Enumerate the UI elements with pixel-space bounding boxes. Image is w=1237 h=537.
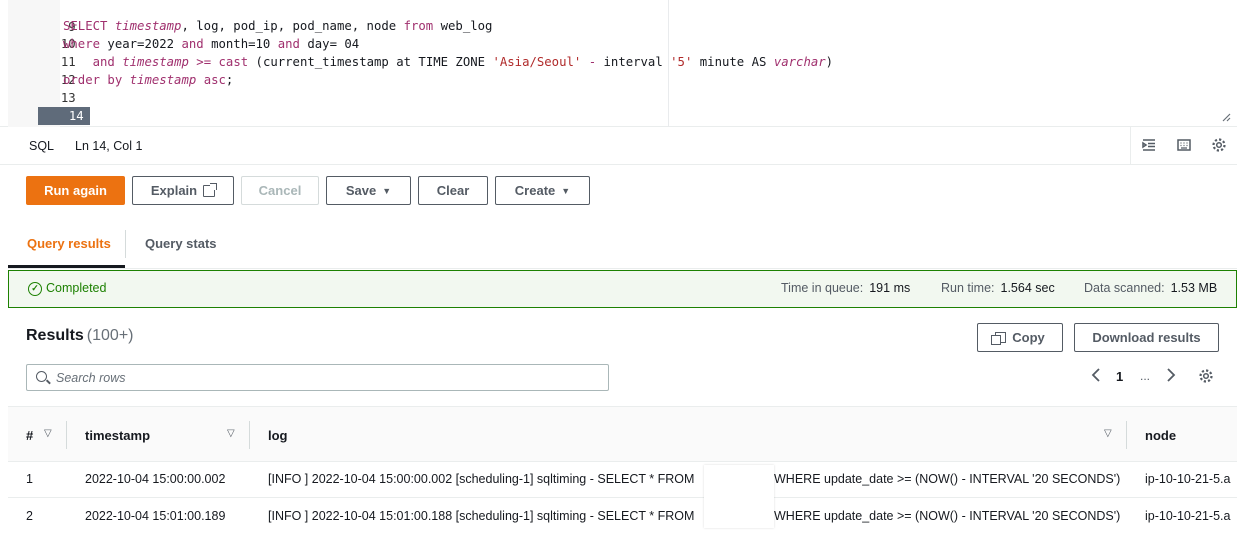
search-rows-input[interactable] bbox=[56, 369, 596, 387]
column-header-node[interactable]: node bbox=[1145, 428, 1176, 443]
code-line-12: 12 and timestamp >= cast (current_timest… bbox=[8, 53, 1237, 87]
keyboard-icon[interactable] bbox=[1175, 137, 1193, 155]
create-label: Create bbox=[514, 183, 556, 198]
divider bbox=[1130, 127, 1131, 165]
results-tabs: Query results Query stats bbox=[8, 220, 1237, 269]
explain-label: Explain bbox=[150, 183, 198, 198]
search-rows-box bbox=[26, 364, 609, 391]
explain-button[interactable]: Explain bbox=[132, 176, 234, 205]
pagination-ellipsis: ... bbox=[1140, 369, 1151, 383]
tab-query-stats[interactable]: Query stats bbox=[145, 236, 217, 251]
cell-timestamp: 2022-10-04 15:01:00.189 bbox=[85, 509, 226, 523]
cursor-position: Ln 14, Col 1 bbox=[75, 139, 143, 153]
tab-query-results[interactable]: Query results bbox=[27, 236, 111, 251]
results-count: (100+) bbox=[86, 327, 134, 344]
query-status-banner: ✓ Completed Time in queue: 191 ms Run tim… bbox=[8, 270, 1237, 308]
sort-icon[interactable]: ▽ bbox=[1104, 428, 1112, 439]
editor-status-bar: SQL Ln 14, Col 1 bbox=[0, 127, 1237, 165]
column-header-log[interactable]: log bbox=[268, 428, 288, 443]
resize-handle-icon[interactable] bbox=[1221, 112, 1231, 122]
data-scanned: Data scanned: 1.53 MB bbox=[1084, 281, 1218, 295]
sort-icon[interactable]: ▽ bbox=[44, 428, 52, 439]
cell-log-continued: WHERE update_date >= (NOW() - INTERVAL '… bbox=[774, 509, 1121, 523]
save-button[interactable]: Save ▼ bbox=[326, 176, 411, 205]
time-in-queue: Time in queue: 191 ms bbox=[781, 281, 911, 295]
check-circle-icon: ✓ bbox=[28, 282, 42, 296]
chevron-left-icon[interactable] bbox=[1090, 367, 1102, 388]
copy-icon bbox=[991, 332, 1007, 345]
column-divider[interactable] bbox=[249, 421, 250, 449]
cell-timestamp: 2022-10-04 15:00:00.002 bbox=[85, 472, 226, 486]
cancel-button[interactable]: Cancel bbox=[241, 176, 319, 205]
copy-label: Copy bbox=[1012, 330, 1045, 345]
code-text: SELECT timestamp, log, pod_ip, pod_name,… bbox=[63, 19, 493, 33]
code-text: order by timestamp asc; bbox=[63, 73, 234, 87]
create-button[interactable]: Create ▼ bbox=[495, 176, 590, 205]
row-divider bbox=[8, 497, 1237, 498]
code-line-10: 10 SELECT timestamp, log, pod_ip, pod_na… bbox=[8, 17, 1237, 51]
cancel-label: Cancel bbox=[258, 183, 302, 198]
cell-index: 2 bbox=[26, 509, 33, 523]
code-line-14-active: 14 bbox=[8, 89, 1237, 125]
external-link-icon bbox=[203, 182, 218, 197]
line-number: 14 bbox=[37, 107, 90, 125]
column-divider[interactable] bbox=[1126, 421, 1127, 449]
chevron-right-icon[interactable] bbox=[1165, 367, 1177, 388]
caret-down-icon: ▼ bbox=[382, 185, 392, 196]
table-settings-gear-icon[interactable] bbox=[1198, 368, 1214, 389]
language-label: SQL bbox=[29, 139, 55, 153]
sort-icon[interactable]: ▽ bbox=[227, 428, 235, 439]
cell-log: [INFO ] 2022-10-04 15:01:00.188 [schedul… bbox=[268, 509, 695, 523]
column-header-timestamp[interactable]: timestamp bbox=[85, 428, 150, 443]
copy-button[interactable]: Copy bbox=[977, 323, 1063, 352]
indent-icon[interactable] bbox=[1140, 137, 1158, 155]
run-time: Run time: 1.564 sec bbox=[941, 281, 1055, 295]
run-again-button[interactable]: Run again bbox=[26, 176, 125, 205]
gear-icon[interactable] bbox=[1210, 137, 1228, 155]
cell-node: ip-10-10-21-5.a bbox=[1145, 472, 1231, 486]
run-again-label: Run again bbox=[44, 183, 107, 198]
cell-log: [INFO ] 2022-10-04 15:00:00.002 [schedul… bbox=[268, 472, 695, 486]
status-text: Completed bbox=[46, 281, 107, 295]
active-tab-indicator bbox=[8, 265, 125, 268]
code-line-9: 9 bbox=[8, 0, 1237, 34]
search-icon bbox=[36, 371, 47, 382]
column-header-index[interactable]: # bbox=[26, 428, 33, 443]
pagination-page[interactable]: 1 bbox=[1116, 369, 1123, 384]
results-heading: Results (100+) bbox=[26, 327, 134, 344]
code-line-13: 13 order by timestamp asc; bbox=[8, 71, 1237, 105]
query-editor[interactable]: 9 10 SELECT timestamp, log, pod_ip, pod_… bbox=[0, 0, 1237, 127]
cell-index: 1 bbox=[26, 472, 33, 486]
caret-down-icon: ▼ bbox=[561, 185, 571, 196]
redaction-box bbox=[704, 465, 774, 528]
code-text: and timestamp >= cast (current_timestamp… bbox=[92, 55, 834, 69]
tab-divider bbox=[125, 230, 126, 258]
download-label: Download results bbox=[1092, 330, 1201, 345]
download-results-button[interactable]: Download results bbox=[1074, 323, 1219, 352]
column-divider[interactable] bbox=[66, 421, 67, 449]
cell-log-continued: WHERE update_date >= (NOW() - INTERVAL '… bbox=[774, 472, 1121, 486]
code-text: where year=2022 and month=10 and day= 04 bbox=[63, 37, 360, 51]
cell-node: ip-10-10-21-5.a bbox=[1145, 509, 1231, 523]
clear-button[interactable]: Clear bbox=[418, 176, 488, 205]
table-header: # ▽ timestamp ▽ log ▽ node bbox=[8, 406, 1237, 462]
clear-label: Clear bbox=[436, 183, 470, 198]
save-label: Save bbox=[345, 183, 377, 198]
code-line-11: 11 where year=2022 and month=10 and day=… bbox=[8, 35, 1237, 69]
